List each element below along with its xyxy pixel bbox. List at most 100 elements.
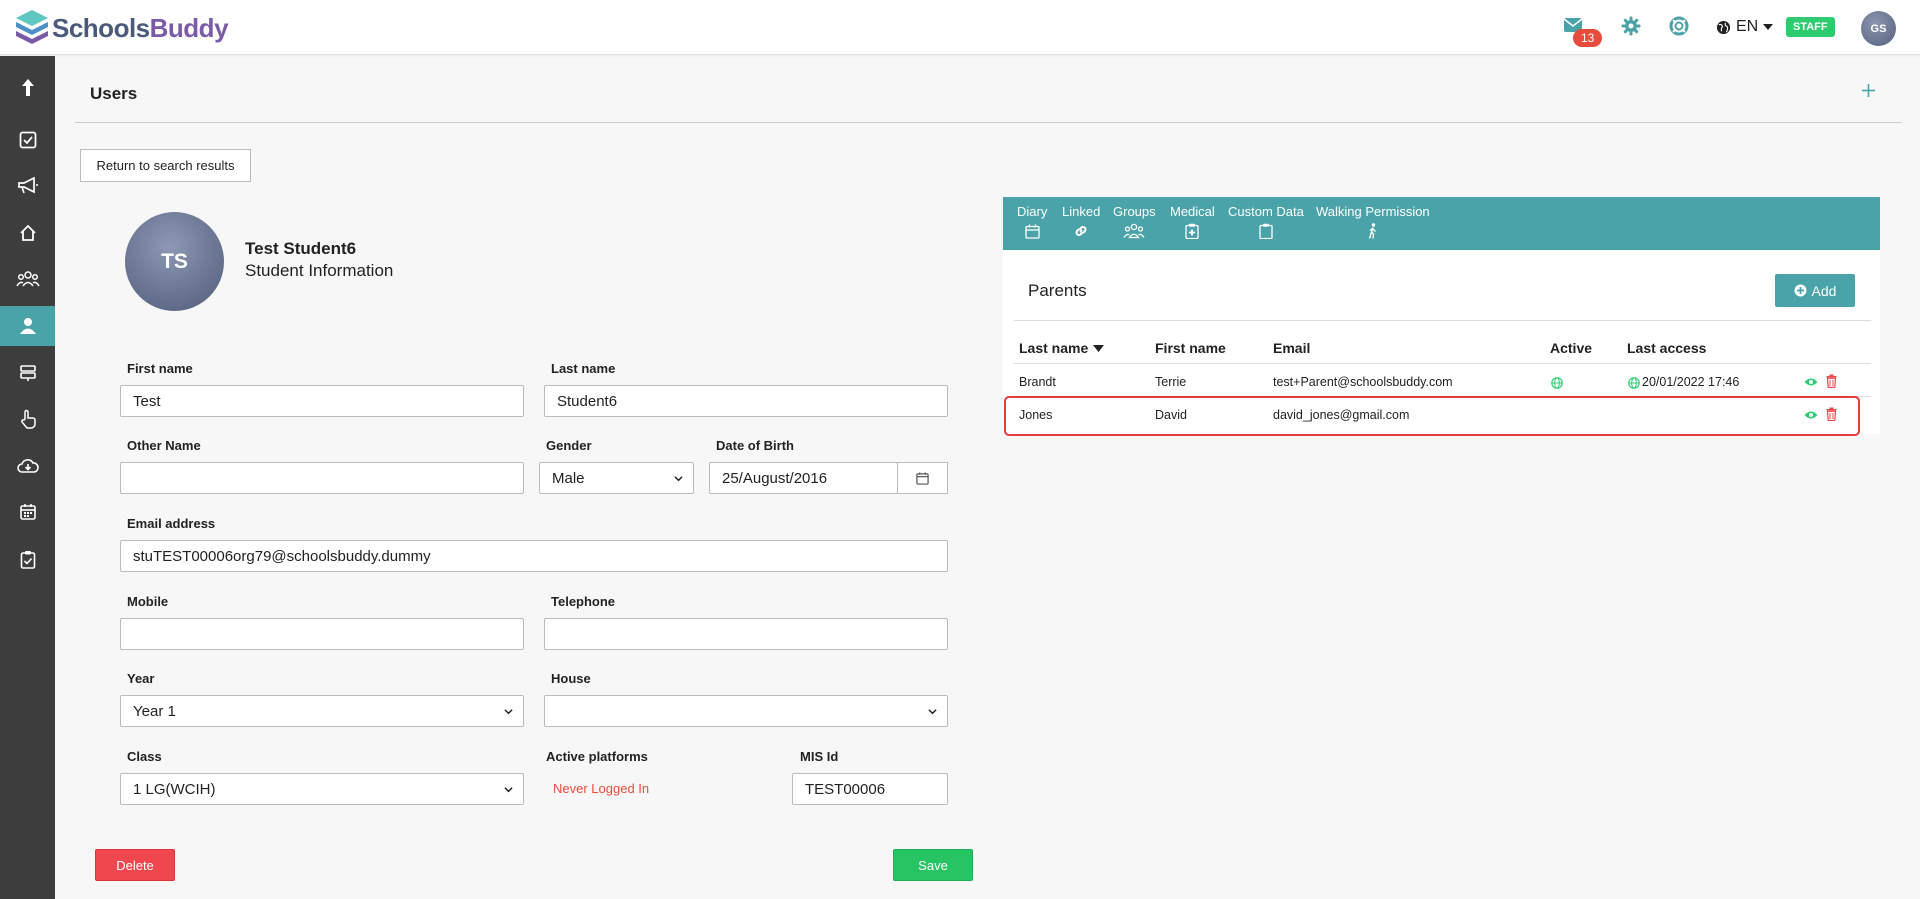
tab-linked[interactable]: Linked: [1062, 204, 1101, 252]
tab-label: Custom Data: [1228, 204, 1304, 219]
sidebar-item-groups[interactable]: [0, 259, 55, 299]
add-parent-button[interactable]: Add: [1775, 274, 1855, 307]
row1-last-access: 20/01/2022 17:46: [1642, 375, 1740, 389]
clipboard-icon: [1259, 223, 1273, 239]
return-to-search-button[interactable]: Return to search results: [80, 149, 251, 182]
save-button[interactable]: Save: [893, 849, 973, 881]
clipboard-check-icon: [20, 550, 35, 569]
caret-down-icon: [1763, 24, 1774, 30]
row2-last-name: Jones: [1019, 408, 1053, 422]
table-top-divider: [1014, 320, 1871, 321]
active-platforms-label: Active platforms: [546, 749, 648, 764]
row2-email: david_jones@gmail.com: [1273, 408, 1410, 422]
chevron-down-icon: [928, 708, 937, 714]
table-header-divider: [1014, 363, 1871, 364]
gender-label: Gender: [546, 438, 592, 453]
eye-icon[interactable]: [1804, 410, 1818, 420]
last-name-label: Last name: [551, 361, 616, 376]
year-value: Year 1: [133, 702, 176, 720]
tab-groups[interactable]: Groups: [1113, 204, 1156, 240]
chevron-down-icon: [674, 475, 683, 481]
student-name: Test Student6: [245, 239, 357, 258]
link-icon: [1075, 226, 1087, 236]
megaphone-icon: [17, 177, 38, 194]
logo-mark-icon: [16, 10, 48, 44]
tab-label: Groups: [1113, 204, 1156, 219]
hand-pointer-icon: [20, 409, 36, 429]
sidebar-item-downloads[interactable]: [0, 446, 55, 486]
gender-select[interactable]: Male: [539, 462, 694, 494]
medical-clipboard-icon: [1185, 223, 1200, 239]
tab-custom-data[interactable]: Custom Data: [1228, 204, 1304, 240]
calendar-icon: [19, 504, 36, 520]
language-selector[interactable]: EN: [1716, 18, 1774, 36]
date-picker-button[interactable]: [897, 462, 948, 494]
eye-icon[interactable]: [1804, 377, 1818, 387]
sidebar-item-upload[interactable]: [0, 68, 55, 108]
sidebar-item-calendar[interactable]: [0, 492, 55, 532]
other-name-label: Other Name: [127, 438, 201, 453]
student-subtitle: Student Information: [245, 261, 394, 280]
app-logo[interactable]: SchoolsBuddy: [14, 8, 229, 48]
mobile-field[interactable]: [120, 618, 524, 650]
add-parent-label: Add: [1811, 282, 1837, 299]
sidebar-item-consent[interactable]: [0, 399, 55, 439]
sidebar-item-home[interactable]: [0, 213, 55, 253]
year-select[interactable]: Year 1: [120, 695, 524, 727]
house-select[interactable]: [544, 695, 948, 727]
tab-label: Diary: [1017, 204, 1048, 219]
class-select[interactable]: 1 LG(WCIH): [120, 773, 524, 805]
sidebar-item-announcements[interactable]: [0, 166, 55, 206]
mis-id-field[interactable]: TEST00006: [792, 773, 948, 805]
role-badge: STAFF: [1786, 17, 1835, 37]
calendar-icon: [916, 471, 929, 485]
lifebuoy-icon[interactable]: [1669, 16, 1689, 36]
tab-diary[interactable]: Diary: [1017, 204, 1047, 240]
tab-label: Walking Permission: [1316, 204, 1430, 219]
student-avatar: TS: [125, 212, 224, 311]
walking-icon: [1368, 223, 1376, 239]
globe-icon: [1628, 377, 1640, 389]
tab-walking-permission[interactable]: Walking Permission: [1316, 204, 1430, 240]
col-email[interactable]: Email: [1273, 340, 1310, 356]
tab-label: Medical: [1170, 204, 1215, 219]
col-first-name[interactable]: First name: [1155, 340, 1226, 356]
last-name-field[interactable]: Student6: [544, 385, 948, 417]
first-name-field[interactable]: Test: [120, 385, 524, 417]
trash-icon[interactable]: [1826, 374, 1837, 388]
sidebar-item-activities[interactable]: [0, 353, 55, 393]
row2-first-name: David: [1155, 408, 1187, 422]
dob-label: Date of Birth: [716, 438, 794, 453]
chevron-down-icon: [504, 786, 513, 792]
dob-field[interactable]: 25/August/2016: [709, 462, 898, 494]
active-platforms-value: Never Logged In: [553, 781, 650, 796]
row1-last-name: Brandt: [1019, 375, 1056, 389]
class-value: 1 LG(WCIH): [133, 780, 216, 798]
gear-icon[interactable]: [1621, 16, 1641, 36]
plus-circle-icon: [1794, 284, 1807, 297]
plus-icon: [1862, 84, 1875, 97]
checklist-icon: [19, 131, 36, 149]
trash-icon[interactable]: [1826, 407, 1837, 421]
user-icon: [19, 318, 36, 334]
telephone-field[interactable]: [544, 618, 948, 650]
col-last-name[interactable]: Last name: [1019, 340, 1105, 356]
delete-button[interactable]: Delete: [95, 849, 175, 881]
sidebar-item-reports[interactable]: [0, 539, 55, 579]
signpost-icon: [19, 365, 36, 381]
col-active[interactable]: Active: [1550, 340, 1592, 356]
col-last-access[interactable]: Last access: [1627, 340, 1706, 356]
group-icon: [1123, 223, 1145, 239]
other-name-field[interactable]: [120, 462, 524, 494]
logo-text: SchoolsBuddy: [52, 12, 229, 43]
language-label: EN: [1736, 18, 1759, 35]
sidebar-item-tasks[interactable]: [0, 120, 55, 160]
tab-medical[interactable]: Medical: [1170, 204, 1215, 240]
calendar-icon: [1025, 224, 1040, 239]
sidebar-item-users[interactable]: [0, 306, 55, 346]
sort-desc-icon: [1093, 344, 1105, 352]
home-icon: [19, 224, 36, 241]
user-avatar[interactable]: GS: [1861, 11, 1896, 46]
email-field[interactable]: stuTEST00006org79@schoolsbuddy.dummy: [120, 540, 948, 572]
add-user-button[interactable]: [1861, 80, 1876, 102]
